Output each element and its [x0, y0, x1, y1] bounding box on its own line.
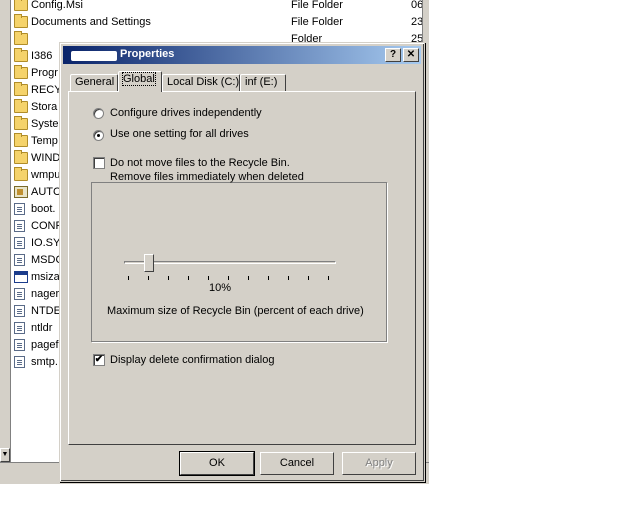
file-name: Syste [31, 118, 59, 130]
file-icon [14, 203, 25, 215]
do-not-move-label[interactable]: Do not move files to the Recycle Bin. [110, 157, 290, 169]
recycle-bin-properties-dialog: Properties ? ✕ General Global Local Disk… [59, 42, 425, 482]
slider-value-text: 10% [209, 282, 232, 294]
file-icon [14, 339, 25, 351]
exe-icon [14, 271, 28, 283]
bat-icon [14, 186, 28, 198]
slider-tick [308, 276, 309, 280]
file-name: IO.SY [31, 237, 61, 249]
slider-tick [248, 276, 249, 280]
ok-button[interactable]: OK [179, 451, 255, 476]
use-one-setting-radio[interactable] [93, 130, 104, 141]
file-type: File Folder [291, 0, 343, 11]
slider-tick [188, 276, 189, 280]
file-name: wmpu [31, 169, 61, 181]
slider-tick [328, 276, 329, 280]
file-icon [14, 237, 25, 249]
file-modified: 06. [411, 0, 422, 11]
slider-tick [128, 276, 129, 280]
tab-inf-label: inf (E:) [245, 76, 278, 88]
file-name: AUTC [31, 186, 61, 198]
file-name: Config.Msi [31, 0, 83, 11]
display-confirm-checkbox[interactable]: ✔ [93, 354, 105, 366]
help-button[interactable]: ? [385, 48, 401, 62]
file-modified: 23. [411, 16, 422, 28]
file-icon [14, 356, 25, 368]
folder-icon [14, 65, 28, 79]
configure-independently-label[interactable]: Configure drives independently [110, 107, 262, 119]
slider-tick [288, 276, 289, 280]
folder-icon [14, 133, 28, 147]
file-name: smtp. [31, 356, 58, 368]
slider-tick [148, 276, 149, 280]
explorer-vertical-scrollbar[interactable]: ▼ [0, 0, 11, 462]
file-name: RECY [31, 84, 62, 96]
global-tab-page: Configure drives independently Use one s… [68, 91, 416, 445]
tab-general[interactable]: General [70, 74, 118, 91]
file-icon [14, 254, 25, 266]
file-name: Temp [31, 135, 58, 147]
file-name: Progr [31, 67, 58, 79]
use-one-setting-label[interactable]: Use one setting for all drives [108, 128, 251, 140]
configure-independently-radio[interactable] [93, 108, 104, 119]
file-row[interactable]: Documents and Settings File Folder 23. [12, 14, 422, 32]
folder-icon [14, 31, 28, 45]
do-not-move-checkbox[interactable] [93, 157, 105, 169]
remove-immediately-label: Remove files immediately when deleted [110, 171, 304, 183]
file-name: ntldr [31, 322, 53, 334]
file-type: File Folder [291, 16, 343, 28]
tab-local-disk-c[interactable]: Local Disk (C:) [162, 74, 240, 91]
cancel-button[interactable]: Cancel [260, 452, 334, 475]
file-icon [14, 305, 25, 317]
file-name: nager [31, 288, 60, 300]
folder-icon [14, 150, 28, 164]
dialog-titlebar[interactable]: Properties ? ✕ [63, 46, 421, 64]
close-button[interactable]: ✕ [403, 48, 419, 62]
recycle-bin-size-slider-track[interactable] [124, 261, 336, 264]
file-name: NTDE [31, 305, 61, 317]
file-icon [14, 288, 25, 300]
file-name: I386 [31, 50, 53, 62]
slider-tick [168, 276, 169, 280]
title-redaction [71, 51, 117, 61]
file-name: CONF [31, 220, 63, 232]
tab-inf-e[interactable]: inf (E:) [240, 74, 286, 91]
file-icon [14, 322, 25, 334]
folder-icon [14, 82, 28, 96]
tab-global-label: Global [122, 72, 156, 86]
dialog-title: Properties [120, 48, 175, 60]
file-name: Stora [31, 101, 58, 113]
apply-button[interactable]: Apply [342, 452, 416, 475]
slider-caption: Maximum size of Recycle Bin (percent of … [107, 305, 364, 317]
scroll-down-arrow-icon[interactable]: ▼ [0, 448, 10, 462]
file-name: boot. [31, 203, 56, 215]
tab-local-disk-label: Local Disk (C:) [167, 76, 240, 88]
folder-icon [14, 14, 28, 28]
slider-tick [208, 276, 209, 280]
folder-icon [14, 48, 28, 62]
folder-icon [14, 167, 28, 181]
slider-tick [228, 276, 229, 280]
file-name: pagef [31, 339, 59, 351]
folder-icon [14, 116, 28, 130]
file-icon [14, 220, 25, 232]
slider-tick [268, 276, 269, 280]
display-confirm-label[interactable]: Display delete confirmation dialog [110, 354, 274, 366]
file-name: WIND [31, 152, 61, 164]
file-name: msiza [31, 271, 60, 283]
tab-global[interactable]: Global [118, 71, 162, 92]
recycle-bin-size-slider-thumb[interactable] [144, 254, 154, 272]
folder-icon [14, 99, 28, 113]
folder-icon [14, 0, 28, 11]
file-name: Documents and Settings [31, 16, 151, 28]
tab-general-label: General [75, 76, 115, 88]
file-row[interactable]: Config.Msi File Folder 06. [12, 0, 422, 15]
